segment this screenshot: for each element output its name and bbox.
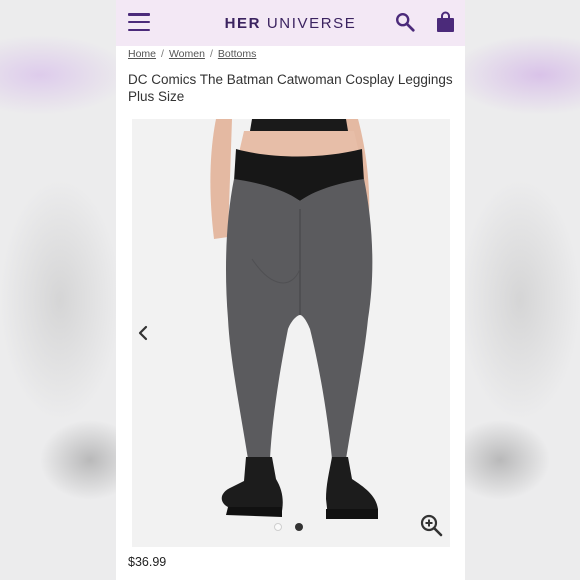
gallery-dot-active[interactable] <box>295 523 303 531</box>
product-title: DC Comics The Batman Catwoman Cosplay Le… <box>128 72 453 104</box>
product-image-gallery[interactable] <box>132 119 450 547</box>
breadcrumb-home-link[interactable]: Home <box>128 48 156 60</box>
logo-rest-text: UNIVERSE <box>266 15 357 32</box>
site-header: HER UNIVERSE <box>116 0 465 46</box>
product-page: HER UNIVERSE Home / Women / Bottoms DC Comic… <box>116 0 465 580</box>
gallery-dot[interactable] <box>274 523 282 531</box>
product-image <box>210 119 378 519</box>
gallery-pagination <box>274 523 303 531</box>
chevron-left-icon[interactable] <box>136 323 150 343</box>
breadcrumb: Home / Women / Bottoms <box>128 48 256 60</box>
breadcrumb-separator: / <box>209 48 213 60</box>
breadcrumb-bottoms-link[interactable]: Bottoms <box>218 48 257 60</box>
zoom-in-icon[interactable] <box>419 513 443 537</box>
breadcrumb-women-link[interactable]: Women <box>169 48 205 60</box>
product-price: $36.99 <box>128 555 167 569</box>
logo-bold-text: HER <box>224 15 262 32</box>
breadcrumb-separator: / <box>161 48 164 60</box>
search-icon[interactable] <box>394 11 416 33</box>
shopping-bag-icon[interactable] <box>436 11 455 33</box>
